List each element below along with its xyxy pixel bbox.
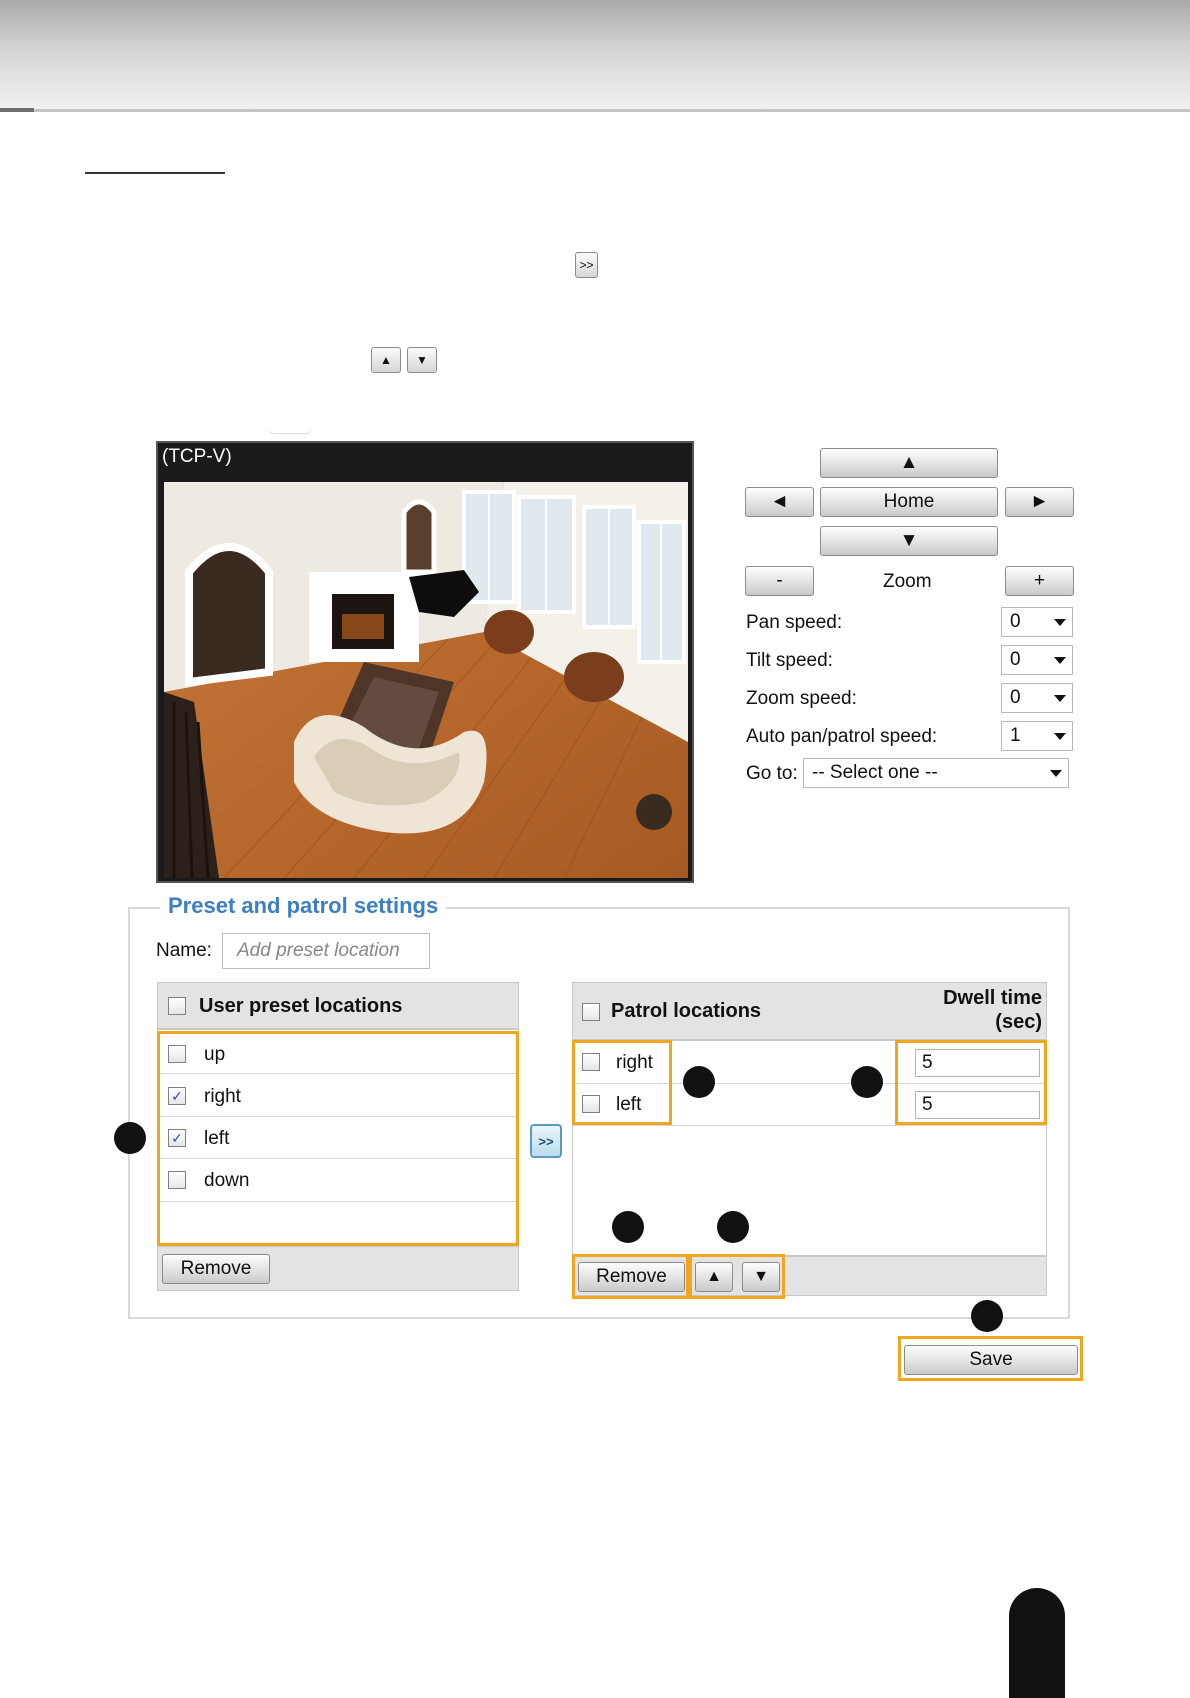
step-marker (971, 1300, 1003, 1332)
chevron-down-icon (1054, 733, 1066, 740)
section-underline (85, 172, 225, 174)
auto-speed-value: 1 (1010, 725, 1021, 746)
patrol-list-header: Patrol locations Dwell time (sec) (572, 982, 1047, 1040)
tilt-speed-label: Tilt speed: (746, 650, 833, 671)
down-arrow-icon: ▼ (407, 347, 437, 373)
header-accent (0, 108, 34, 112)
step-marker (851, 1066, 883, 1098)
tilt-down-button[interactable]: ▼ (820, 526, 998, 556)
add-to-patrol-button[interactable]: >> (530, 1124, 562, 1158)
preset-checkbox-down[interactable] (168, 1171, 186, 1189)
preset-list-footer: Remove (157, 1246, 519, 1291)
auto-speed-select[interactable]: 1 (1001, 721, 1073, 751)
row-divider (158, 1201, 518, 1202)
select-all-presets-checkbox[interactable] (168, 997, 186, 1015)
preset-list-header: User preset locations (157, 982, 519, 1029)
row-divider (158, 1073, 518, 1074)
dwell-unit-label: (sec) (995, 1011, 1042, 1033)
dwell-time-input[interactable]: 5 (915, 1091, 1040, 1119)
move-up-button[interactable]: ▲ (695, 1262, 733, 1292)
patrol-list-footer: Remove ▲ ▼ (572, 1256, 1047, 1296)
goto-value: -- Select one -- (812, 762, 938, 783)
preset-checkbox-left[interactable]: ✓ (168, 1129, 186, 1147)
panel-legend: Preset and patrol settings (160, 893, 447, 919)
preset-name-input[interactable]: Add preset location (222, 933, 430, 969)
patrol-checkbox-right[interactable] (582, 1053, 600, 1071)
preset-list: up ✓ right ✓ left down (157, 1029, 519, 1246)
chevron-down-icon (1050, 770, 1062, 777)
preset-checkbox-right[interactable]: ✓ (168, 1087, 186, 1105)
tilt-speed-select[interactable]: 0 (1001, 645, 1073, 675)
zoom-speed-select[interactable]: 0 (1001, 683, 1073, 713)
move-down-button[interactable]: ▼ (742, 1262, 780, 1292)
tilt-speed-value: 0 (1010, 649, 1021, 670)
patrol-checkbox-left[interactable] (582, 1095, 600, 1113)
zoom-speed-label: Zoom speed: (746, 688, 857, 709)
home-button[interactable]: Home (820, 487, 998, 517)
pan-right-button[interactable]: ► (1005, 487, 1074, 517)
row-divider (573, 1125, 1046, 1126)
preset-label: left (204, 1128, 230, 1149)
remove-patrol-button[interactable]: Remove (578, 1262, 685, 1292)
step-marker (683, 1066, 715, 1098)
name-label: Name: (156, 940, 212, 961)
remove-preset-button[interactable]: Remove (162, 1254, 270, 1284)
tilt-up-button[interactable]: ▲ (820, 448, 998, 478)
row-divider (158, 1158, 518, 1159)
zoom-speed-value: 0 (1010, 687, 1021, 708)
chevron-down-icon (1054, 657, 1066, 664)
pan-speed-select[interactable]: 0 (1001, 607, 1073, 637)
goto-label: Go to: (746, 763, 798, 784)
preset-checkbox-up[interactable] (168, 1045, 186, 1063)
chevron-down-icon (1054, 695, 1066, 702)
video-title: (TCP-V) (162, 446, 232, 467)
pan-speed-value: 0 (1010, 611, 1021, 632)
save-button[interactable]: Save (904, 1345, 1078, 1375)
row-divider (573, 1083, 1046, 1084)
zoom-in-button[interactable]: + (1005, 566, 1074, 596)
up-arrow-icon: ▲ (371, 347, 401, 373)
goto-select[interactable]: -- Select one -- (803, 758, 1069, 788)
patrol-label: right (616, 1052, 653, 1073)
preset-label: up (204, 1044, 226, 1065)
dwell-header-label: Dwell time (943, 987, 1042, 1009)
add-arrow-icon: >> (575, 252, 598, 278)
pan-speed-label: Pan speed: (746, 612, 843, 633)
live-video-image[interactable] (164, 482, 688, 878)
patrol-label: left (616, 1094, 642, 1115)
zoom-out-button[interactable]: - (745, 566, 814, 596)
preset-label: right (204, 1086, 241, 1107)
patrol-header-label: Patrol locations (611, 1000, 762, 1022)
page-number-tab (1009, 1588, 1065, 1698)
select-all-patrol-checkbox[interactable] (582, 1003, 600, 1021)
tab-remnant (268, 426, 312, 434)
chevron-down-icon (1054, 619, 1066, 626)
page-header (0, 0, 1190, 112)
zoom-label: Zoom (883, 571, 932, 592)
video-viewer: (TCP-V) (156, 441, 694, 883)
row-divider (158, 1116, 518, 1117)
step-marker (114, 1122, 146, 1154)
preset-header-label: User preset locations (199, 995, 403, 1017)
dwell-time-input[interactable]: 5 (915, 1049, 1040, 1077)
auto-speed-label: Auto pan/patrol speed: (746, 726, 938, 747)
step-marker (612, 1211, 644, 1243)
room-image (164, 482, 688, 878)
preset-label: down (204, 1170, 250, 1191)
step-marker (717, 1211, 749, 1243)
pan-left-button[interactable]: ◄ (745, 487, 814, 517)
